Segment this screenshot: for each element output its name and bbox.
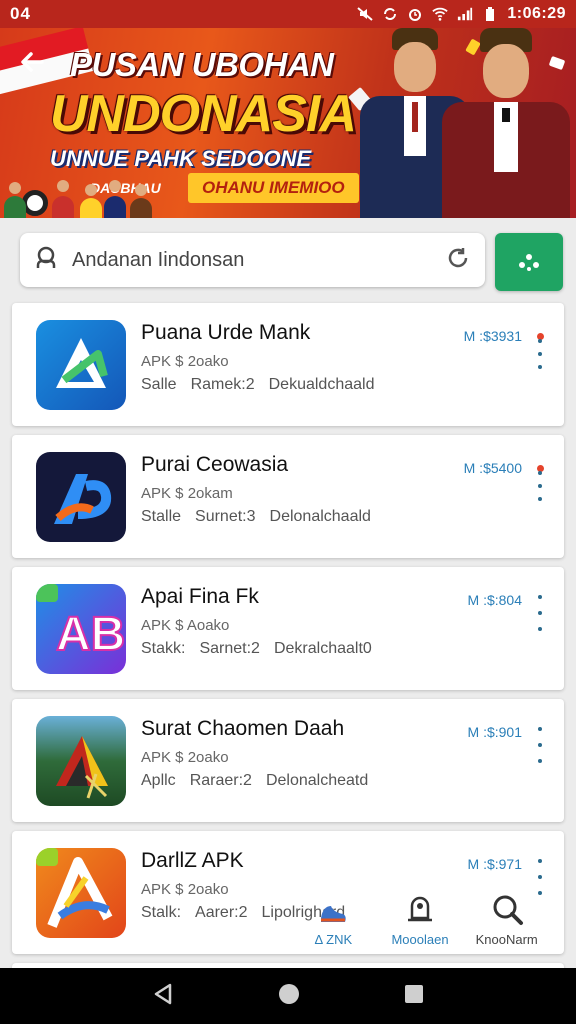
app-name: Puana Urde Mank: [141, 321, 311, 344]
nav-home-button[interactable]: [277, 982, 301, 1011]
alarm-icon: [407, 6, 423, 22]
search-row: Andanan Iindonsan: [20, 233, 563, 291]
app-meta: Apllc Raraer:2 Delonalcheatd: [141, 772, 368, 790]
mute-icon: [357, 6, 373, 22]
nav-back-button[interactable]: [151, 982, 175, 1011]
app-subtitle: APK $ Aoako: [141, 617, 230, 634]
meta-item: Stalle: [141, 508, 182, 525]
list-item[interactable]: Purai Ceowasia APK $ 2okam Stalle Surnet…: [12, 435, 564, 558]
nav-label: KnooNarm: [475, 932, 538, 947]
app-subtitle: APK $ 2oako: [141, 881, 229, 898]
app-price: M :$5400: [463, 460, 522, 476]
meta-item: Delonalcheatd: [265, 772, 369, 789]
meta-item: Stakk:: [141, 640, 186, 657]
list-item[interactable]: Surat Chaomen Daah APK $ 2oako Apllc Rar…: [12, 699, 564, 822]
app-meta: Salle Ramek:2 Dekualdchaald: [141, 376, 374, 394]
app-tent-icon: [36, 716, 126, 806]
app-price: M :$:901: [467, 724, 522, 740]
battery-icon: [482, 6, 498, 22]
app-b-icon: [36, 452, 126, 542]
refresh-icon[interactable]: [445, 245, 471, 276]
meta-item: Delonalchaald: [269, 508, 371, 525]
meta-item: Surnet:3: [195, 508, 256, 525]
meta-item: Apllc: [141, 772, 176, 789]
app-price: M :$:804: [467, 592, 522, 608]
meta-item: Stalk:: [141, 904, 182, 921]
bell-person-icon: [408, 896, 432, 922]
app-subtitle: APK $ 2okam: [141, 485, 233, 502]
triangle-back-icon: [154, 983, 172, 1004]
meta-item: Dekralchaalt0: [273, 640, 372, 657]
nav-label: Δ ZNK: [314, 932, 353, 947]
nav-item-znk[interactable]: Δ ZNK: [290, 867, 377, 947]
search-input[interactable]: Andanan Iindonsan: [20, 233, 485, 287]
sync-icon: [382, 6, 398, 22]
app-a-icon: [36, 320, 126, 410]
promo-banner[interactable]: PUSAN UBOHAN UNDONASIA UNNUE PAHK SEDOON…: [0, 28, 576, 218]
wifi-icon: [432, 6, 449, 22]
meta-item: Sarnet:2: [199, 640, 260, 657]
nav-item-mooolaen[interactable]: Mooolaen: [377, 867, 464, 947]
signal-icon: [457, 6, 473, 22]
list-item[interactable]: AB Apai Fina Fk APK $ Aoako Stakk: Sarne…: [12, 567, 564, 690]
svg-text:AB: AB: [56, 608, 125, 661]
banner-headline: UNDONASIA: [50, 85, 357, 143]
more-options-icon[interactable]: [530, 471, 550, 501]
circle-home-icon: [279, 983, 299, 1004]
app-meta: Stakk: Sarnet:2 Dekralchaalt0: [141, 640, 372, 658]
list-item[interactable]: Puana Urde Mank APK $ 2oako Salle Ramek:…: [12, 303, 564, 426]
more-options-icon[interactable]: [530, 339, 550, 369]
nav-recents-button[interactable]: [403, 983, 425, 1010]
arrow-left-icon: [21, 52, 44, 72]
app-name: DarllZ APK: [141, 849, 244, 872]
status-clock: 1:06:29: [507, 5, 566, 22]
filter-button[interactable]: [495, 233, 563, 291]
banner-title: PUSAN UBOHAN: [70, 46, 334, 83]
app-name: Purai Ceowasia: [141, 453, 289, 476]
app-name: Surat Chaomen Daah: [141, 717, 345, 740]
meta-item: Salle: [141, 376, 177, 393]
system-nav-bar: [0, 968, 576, 1024]
meta-item: Dekualdchaald: [268, 376, 375, 393]
more-options-icon[interactable]: [530, 595, 550, 631]
app-arc-icon: [36, 848, 126, 938]
banner-man-right: [442, 28, 570, 218]
app-subtitle: APK $ 2oako: [141, 749, 229, 766]
crowd-illustration: [0, 178, 170, 218]
app-name: Apai Fina Fk: [141, 585, 259, 608]
nav-label: Mooolaen: [391, 932, 449, 947]
meta-item: Raraer:2: [189, 772, 252, 789]
user-search-icon: [34, 245, 60, 276]
app-ab-icon: AB: [36, 584, 126, 674]
meta-item: Aarer:2: [195, 904, 248, 921]
status-left-time: 04: [10, 4, 31, 23]
search-placeholder: Andanan Iindonsan: [72, 248, 245, 271]
app-subtitle: APK $ 2oako: [141, 353, 229, 370]
meta-item: Ramek:2: [190, 376, 255, 393]
banner-subtitle: UNNUE PAHK SEDOONE: [50, 146, 312, 171]
mini-nav: Δ ZNK Mooolaen KnooNarm: [290, 867, 550, 947]
app-meta: Stalle Surnet:3 Delonalchaald: [141, 508, 371, 526]
banner-chip-button[interactable]: OHANU IMEMIOO: [188, 173, 359, 203]
app-price: M :$3931: [463, 328, 522, 344]
back-button[interactable]: [14, 44, 50, 80]
nav-item-knoonarm[interactable]: KnooNarm: [463, 867, 550, 947]
status-bar: 04 1:06:29: [0, 0, 576, 28]
more-options-icon[interactable]: [530, 727, 550, 763]
shoe-icon: [321, 906, 346, 922]
dots-menu-icon: [519, 254, 539, 271]
search-zoom-icon: [493, 895, 523, 925]
square-recents-icon: [405, 984, 423, 1003]
